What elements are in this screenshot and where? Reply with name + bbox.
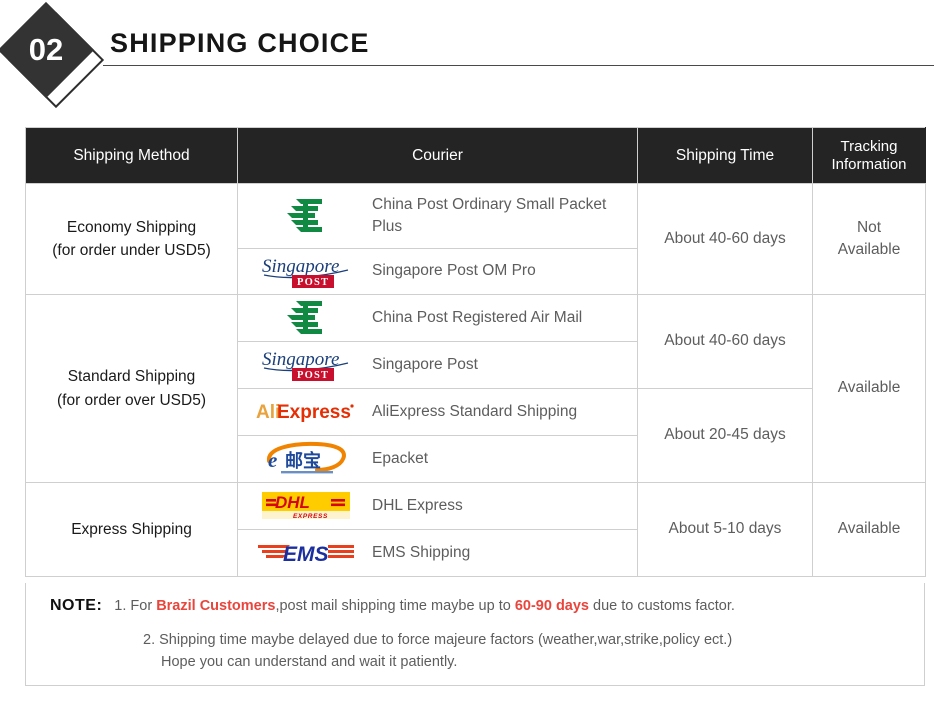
epacket-logo: e 邮宝 <box>246 441 366 477</box>
table-header: Shipping Method Courier Shipping Time Tr… <box>25 127 926 184</box>
method-label-line-1: Express Shipping <box>71 520 192 538</box>
note-highlight-brazil: Brazil Customers <box>156 598 276 614</box>
note-line-2-text: 2. Shipping time maybe delayed due to fo… <box>143 632 733 648</box>
courier-cell-ems-shipping: EMS EMS Shipping <box>237 529 638 577</box>
method-label-line-2: (for order over USD5) <box>56 391 206 409</box>
svg-text:POST: POST <box>297 370 329 381</box>
page-title: SHIPPING CHOICE <box>110 28 370 58</box>
singapore-post-logo: Singapore POST <box>246 255 366 289</box>
section-header: 02 SHIPPING CHOICE <box>0 0 950 110</box>
svg-text:EXPRESS: EXPRESS <box>293 513 328 520</box>
shipping-time-cell-standard-2: About 20-45 days <box>637 388 813 483</box>
svg-text:DHL: DHL <box>275 493 310 512</box>
column-header-tracking-information: Tracking Information <box>812 127 926 184</box>
note-section: NOTE: 1. For Brazil Customers,post mail … <box>25 583 925 686</box>
note-line-1: NOTE: 1. For Brazil Customers,post mail … <box>50 597 735 615</box>
note-label: NOTE: <box>50 597 103 614</box>
table-header-row: Shipping Method Courier Shipping Time Tr… <box>25 127 926 184</box>
courier-cell-singapore-post: Singapore POST Singapore Post <box>237 341 638 389</box>
shipping-time-cell-express: About 5-10 days <box>637 482 813 577</box>
note-line-3-text: Hope you can understand and wait it pati… <box>161 654 458 671</box>
table-row: Express Shipping DHL EXPRESS DHL Express… <box>25 482 926 577</box>
note-line-2: 2. Shipping time maybe delayed due to fo… <box>143 629 732 674</box>
note-text-part-c: due to customs factor. <box>589 598 735 614</box>
note-text-part-a: 1. For <box>114 598 157 614</box>
method-label-line-1: Economy Shipping <box>66 218 197 236</box>
singapore-post-logo: Singapore POST <box>246 348 366 382</box>
svg-text:POST: POST <box>297 277 329 288</box>
tracking-header-line-2: Information <box>831 155 907 173</box>
courier-name: Singapore Post <box>372 355 478 373</box>
column-header-courier: Courier <box>237 127 638 184</box>
tracking-cell-express: Available <box>812 482 926 577</box>
shipping-table-wrapper: Shipping Method Courier Shipping Time Tr… <box>25 127 926 577</box>
shipping-time-cell-standard-1: About 40-60 days <box>637 294 813 389</box>
shipping-choice-page: 02 SHIPPING CHOICE Shipping Method Couri… <box>0 0 950 711</box>
svg-text:Express: Express <box>277 402 351 423</box>
method-cell-standard: Standard Shipping (for order over USD5) <box>25 294 238 483</box>
courier-cell-aliexpress-standard: Ali Express AliExpress Standard Shipping <box>237 388 638 436</box>
courier-name: DHL Express <box>372 496 463 514</box>
method-label-line-1: Standard Shipping <box>67 368 196 386</box>
courier-cell-epacket: e 邮宝 Epacket <box>237 435 638 483</box>
tracking-header-line-1: Tracking <box>840 138 898 156</box>
column-header-shipping-method: Shipping Method <box>25 127 238 184</box>
courier-name: China Post Registered Air Mail <box>372 308 583 326</box>
note-highlight-days: 60-90 days <box>514 598 589 614</box>
method-label-line-2: (for order under USD5) <box>52 242 211 259</box>
china-post-logo <box>246 297 366 339</box>
courier-name: EMS Shipping <box>372 543 471 561</box>
shipping-time-cell-economy: About 40-60 days <box>637 183 813 295</box>
courier-name: Singapore Post OM Pro <box>372 262 536 280</box>
badge-number: 02 <box>28 32 64 67</box>
table-row: Standard Shipping (for order over USD5) <box>25 294 926 483</box>
china-post-logo <box>246 195 366 237</box>
column-header-shipping-time: Shipping Time <box>637 127 813 184</box>
svg-text:邮宝: 邮宝 <box>285 450 321 472</box>
tracking-value-line-2: Available <box>837 241 901 258</box>
header-divider <box>103 65 934 66</box>
svg-text:e: e <box>268 448 277 472</box>
shipping-table: Shipping Method Courier Shipping Time Tr… <box>25 127 926 577</box>
courier-cell-china-post-registered: China Post Registered Air Mail <box>237 294 638 342</box>
table-body: Economy Shipping (for order under USD5) <box>25 183 926 577</box>
courier-name: Epacket <box>372 449 429 467</box>
courier-name: AliExpress Standard Shipping <box>372 402 578 420</box>
section-number-badge: 02 <box>0 1 106 110</box>
aliexpress-logo: Ali Express <box>246 399 366 425</box>
note-text-part-b: ,post mail shipping time maybe up to <box>275 598 515 614</box>
courier-cell-china-post-ordinary: China Post Ordinary Small Packet Plus <box>237 183 638 249</box>
tracking-value-line-1: Not <box>856 218 882 236</box>
courier-name: China Post Ordinary Small Packet Plus <box>372 195 607 235</box>
tracking-cell-economy: Not Available <box>812 183 926 295</box>
svg-text:EMS: EMS <box>283 543 329 566</box>
method-cell-economy: Economy Shipping (for order under USD5) <box>25 183 238 295</box>
courier-cell-dhl-express: DHL EXPRESS DHL Express <box>237 482 638 530</box>
courier-cell-singapore-post-om-pro: Singapore POST Singapore Post OM Pro <box>237 248 638 295</box>
ems-logo: EMS <box>246 538 366 568</box>
tracking-cell-standard: Available <box>812 294 926 483</box>
dhl-logo: DHL EXPRESS <box>246 489 366 523</box>
note-line-1-text: 1. For Brazil Customers,post mail shippi… <box>114 598 735 614</box>
method-cell-express: Express Shipping <box>25 482 238 577</box>
table-row: Economy Shipping (for order under USD5) <box>25 183 926 295</box>
